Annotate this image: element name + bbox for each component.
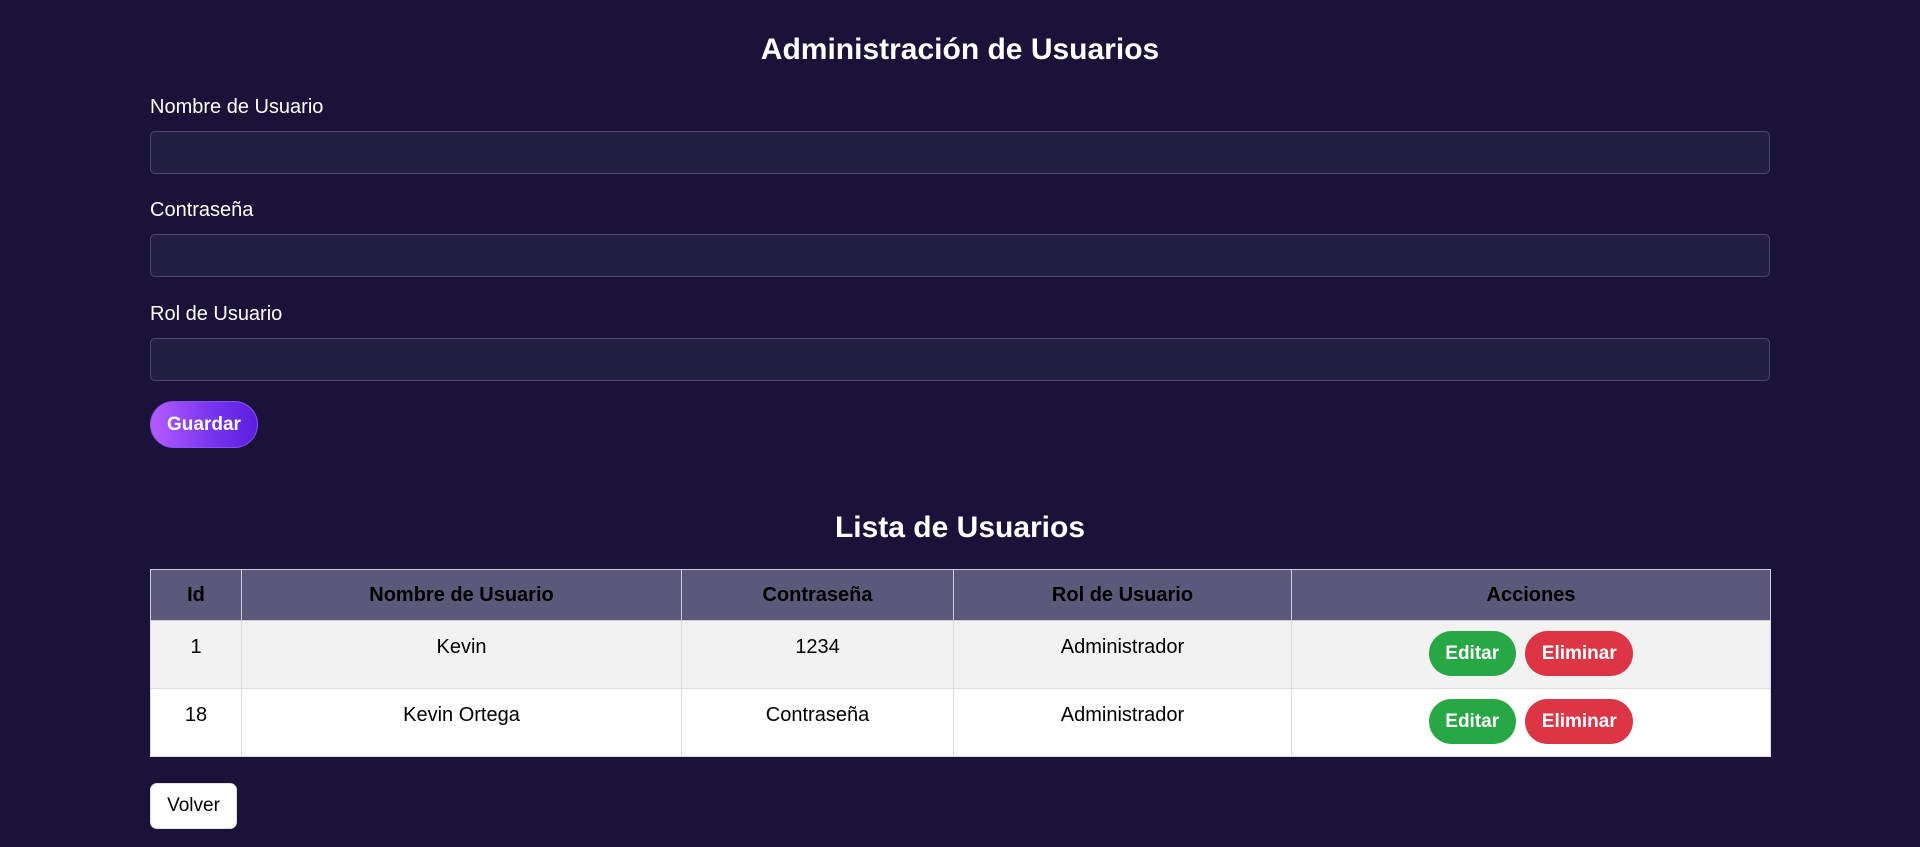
table-row: 18 Kevin Ortega Contraseña Administrador… xyxy=(150,688,1771,757)
cell-role: Administrador xyxy=(953,688,1292,757)
username-label: Nombre de Usuario xyxy=(150,96,324,118)
cell-id: 1 xyxy=(150,620,242,689)
column-header-password: Contraseña xyxy=(681,569,954,621)
cell-password: 1234 xyxy=(681,620,954,689)
save-button[interactable]: Guardar xyxy=(150,401,258,448)
user-admin-page: Administración de Usuarios Nombre de Usu… xyxy=(0,0,1920,847)
edit-button[interactable]: Editar xyxy=(1428,699,1516,744)
delete-button[interactable]: Eliminar xyxy=(1525,631,1634,676)
back-button[interactable]: Volver xyxy=(150,783,237,829)
password-input[interactable] xyxy=(150,234,1770,277)
delete-button[interactable]: Eliminar xyxy=(1525,699,1634,744)
edit-button[interactable]: Editar xyxy=(1428,631,1516,676)
cell-id: 18 xyxy=(150,688,242,757)
cell-actions: Editar Eliminar xyxy=(1291,620,1771,689)
column-header-id: Id xyxy=(150,569,242,621)
table-row: 1 Kevin 1234 Administrador Editar Elimin… xyxy=(150,620,1771,689)
page-title: Administración de Usuarios xyxy=(760,33,1160,66)
column-header-username: Nombre de Usuario xyxy=(241,569,682,621)
cell-username: Kevin Ortega xyxy=(241,688,682,757)
cell-actions: Editar Eliminar xyxy=(1291,688,1771,757)
column-header-actions: Acciones xyxy=(1291,569,1771,621)
table-header-row: Id Nombre de Usuario Contraseña Rol de U… xyxy=(150,569,1771,621)
users-list-title: Lista de Usuarios xyxy=(834,511,1086,544)
cell-role: Administrador xyxy=(953,620,1292,689)
users-table: Id Nombre de Usuario Contraseña Rol de U… xyxy=(150,569,1771,757)
username-input[interactable] xyxy=(150,131,1770,174)
cell-password: Contraseña xyxy=(681,688,954,757)
role-input[interactable] xyxy=(150,338,1770,381)
role-label: Rol de Usuario xyxy=(150,303,283,325)
cell-username: Kevin xyxy=(241,620,682,689)
password-label: Contraseña xyxy=(150,199,254,221)
column-header-role: Rol de Usuario xyxy=(953,569,1292,621)
